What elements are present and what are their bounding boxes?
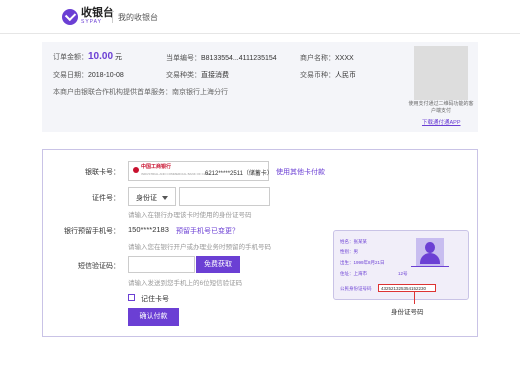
idcard-birth: 出生：1999年8月21日 — [340, 260, 385, 265]
qr-code — [414, 46, 468, 100]
logo-subtext: SYPAY — [81, 19, 102, 25]
logo[interactable]: 收银台 SYPAY — [62, 8, 114, 25]
id-hint: 请输入在银行办理该卡时使用的身份证号码 — [128, 212, 252, 219]
top-bar: 收银台 SYPAY 我的收银台 — [0, 0, 520, 34]
bank-card-display: 中国工商银行 INDUSTRIAL AND COMMERCIAL BANK OF… — [128, 161, 273, 181]
id-label: 证件号： — [92, 195, 120, 202]
logo-check-icon — [62, 8, 78, 25]
idcard-gender: 性别：男 — [340, 249, 358, 254]
chevron-down-icon — [162, 196, 168, 200]
phone-changed-link[interactable]: 预留手机号已变更？ — [176, 226, 239, 236]
trade-date: 交易日期：2018-10-08 — [53, 72, 124, 79]
idcard-name: 姓名：张某某 — [340, 239, 367, 244]
id-type-select[interactable]: 身份证 — [128, 187, 176, 206]
logo-text: 收银台 — [81, 7, 114, 19]
bank-subname: INDUSTRIAL AND COMMERCIAL BANK OF CHINA — [141, 172, 211, 176]
idcard-number-value: 432521325354152230 — [378, 284, 436, 292]
card-label: 银联卡号： — [85, 169, 120, 176]
bank-logo-icon — [133, 167, 139, 173]
phone-label: 银行预留手机号： — [64, 228, 120, 235]
remember-card-checkbox[interactable] — [128, 294, 135, 301]
card-number: 6212*****2511（储蓄卡） — [205, 171, 273, 177]
idcard-address-suffix: 12号 — [398, 271, 408, 276]
sms-code-input[interactable] — [128, 256, 195, 273]
order-amount: 订单金额：10.00 元 — [53, 51, 122, 62]
trade-currency: 交易币种：人民币 — [300, 72, 356, 79]
bank-name: 中国工商银行 — [141, 164, 172, 170]
idcard-number-label: 公民身份证号码 — [340, 286, 372, 291]
person-avatar-icon — [416, 238, 444, 266]
qr-note: 使用支付通过二维码功能的客户端支付 — [408, 101, 474, 114]
idcard-caption: 身份证号码 — [391, 309, 424, 316]
page-title: 我的收银台 — [118, 13, 158, 22]
sms-label: 短信验证码： — [78, 263, 120, 270]
provider-note: 本商户由银联合作机构提供首单服务：南京银行上海分行 — [53, 89, 228, 96]
id-number-input[interactable] — [179, 187, 270, 206]
order-number: 当单编号：B8133554...4111235154 — [166, 55, 277, 62]
phone-hint: 请输入您在银行开户或办理业务时预留的手机号码 — [128, 244, 271, 251]
merchant-name: 商户名称：XXXX — [300, 55, 354, 62]
sms-hint: 请输入发送到您手机上的6位短信验证码 — [128, 280, 243, 287]
trade-type: 交易种类：直接消费 — [166, 72, 229, 79]
amount-value: 10.00 — [88, 51, 114, 62]
avatar-underline — [411, 266, 449, 267]
other-card-link[interactable]: 使用其他卡付款 — [276, 167, 325, 177]
idcard-address: 住址：上海市 — [340, 271, 367, 276]
arrow-icon — [414, 292, 415, 304]
phone-value: 150****2183 — [128, 225, 169, 234]
header-divider — [112, 10, 113, 23]
remember-card-label: 记住卡号 — [141, 296, 169, 303]
confirm-pay-button[interactable]: 确认付款 — [128, 308, 179, 326]
get-sms-code-button[interactable]: 免费获取 — [196, 256, 240, 273]
download-app-link[interactable]: 下载通付通APP — [422, 118, 461, 126]
